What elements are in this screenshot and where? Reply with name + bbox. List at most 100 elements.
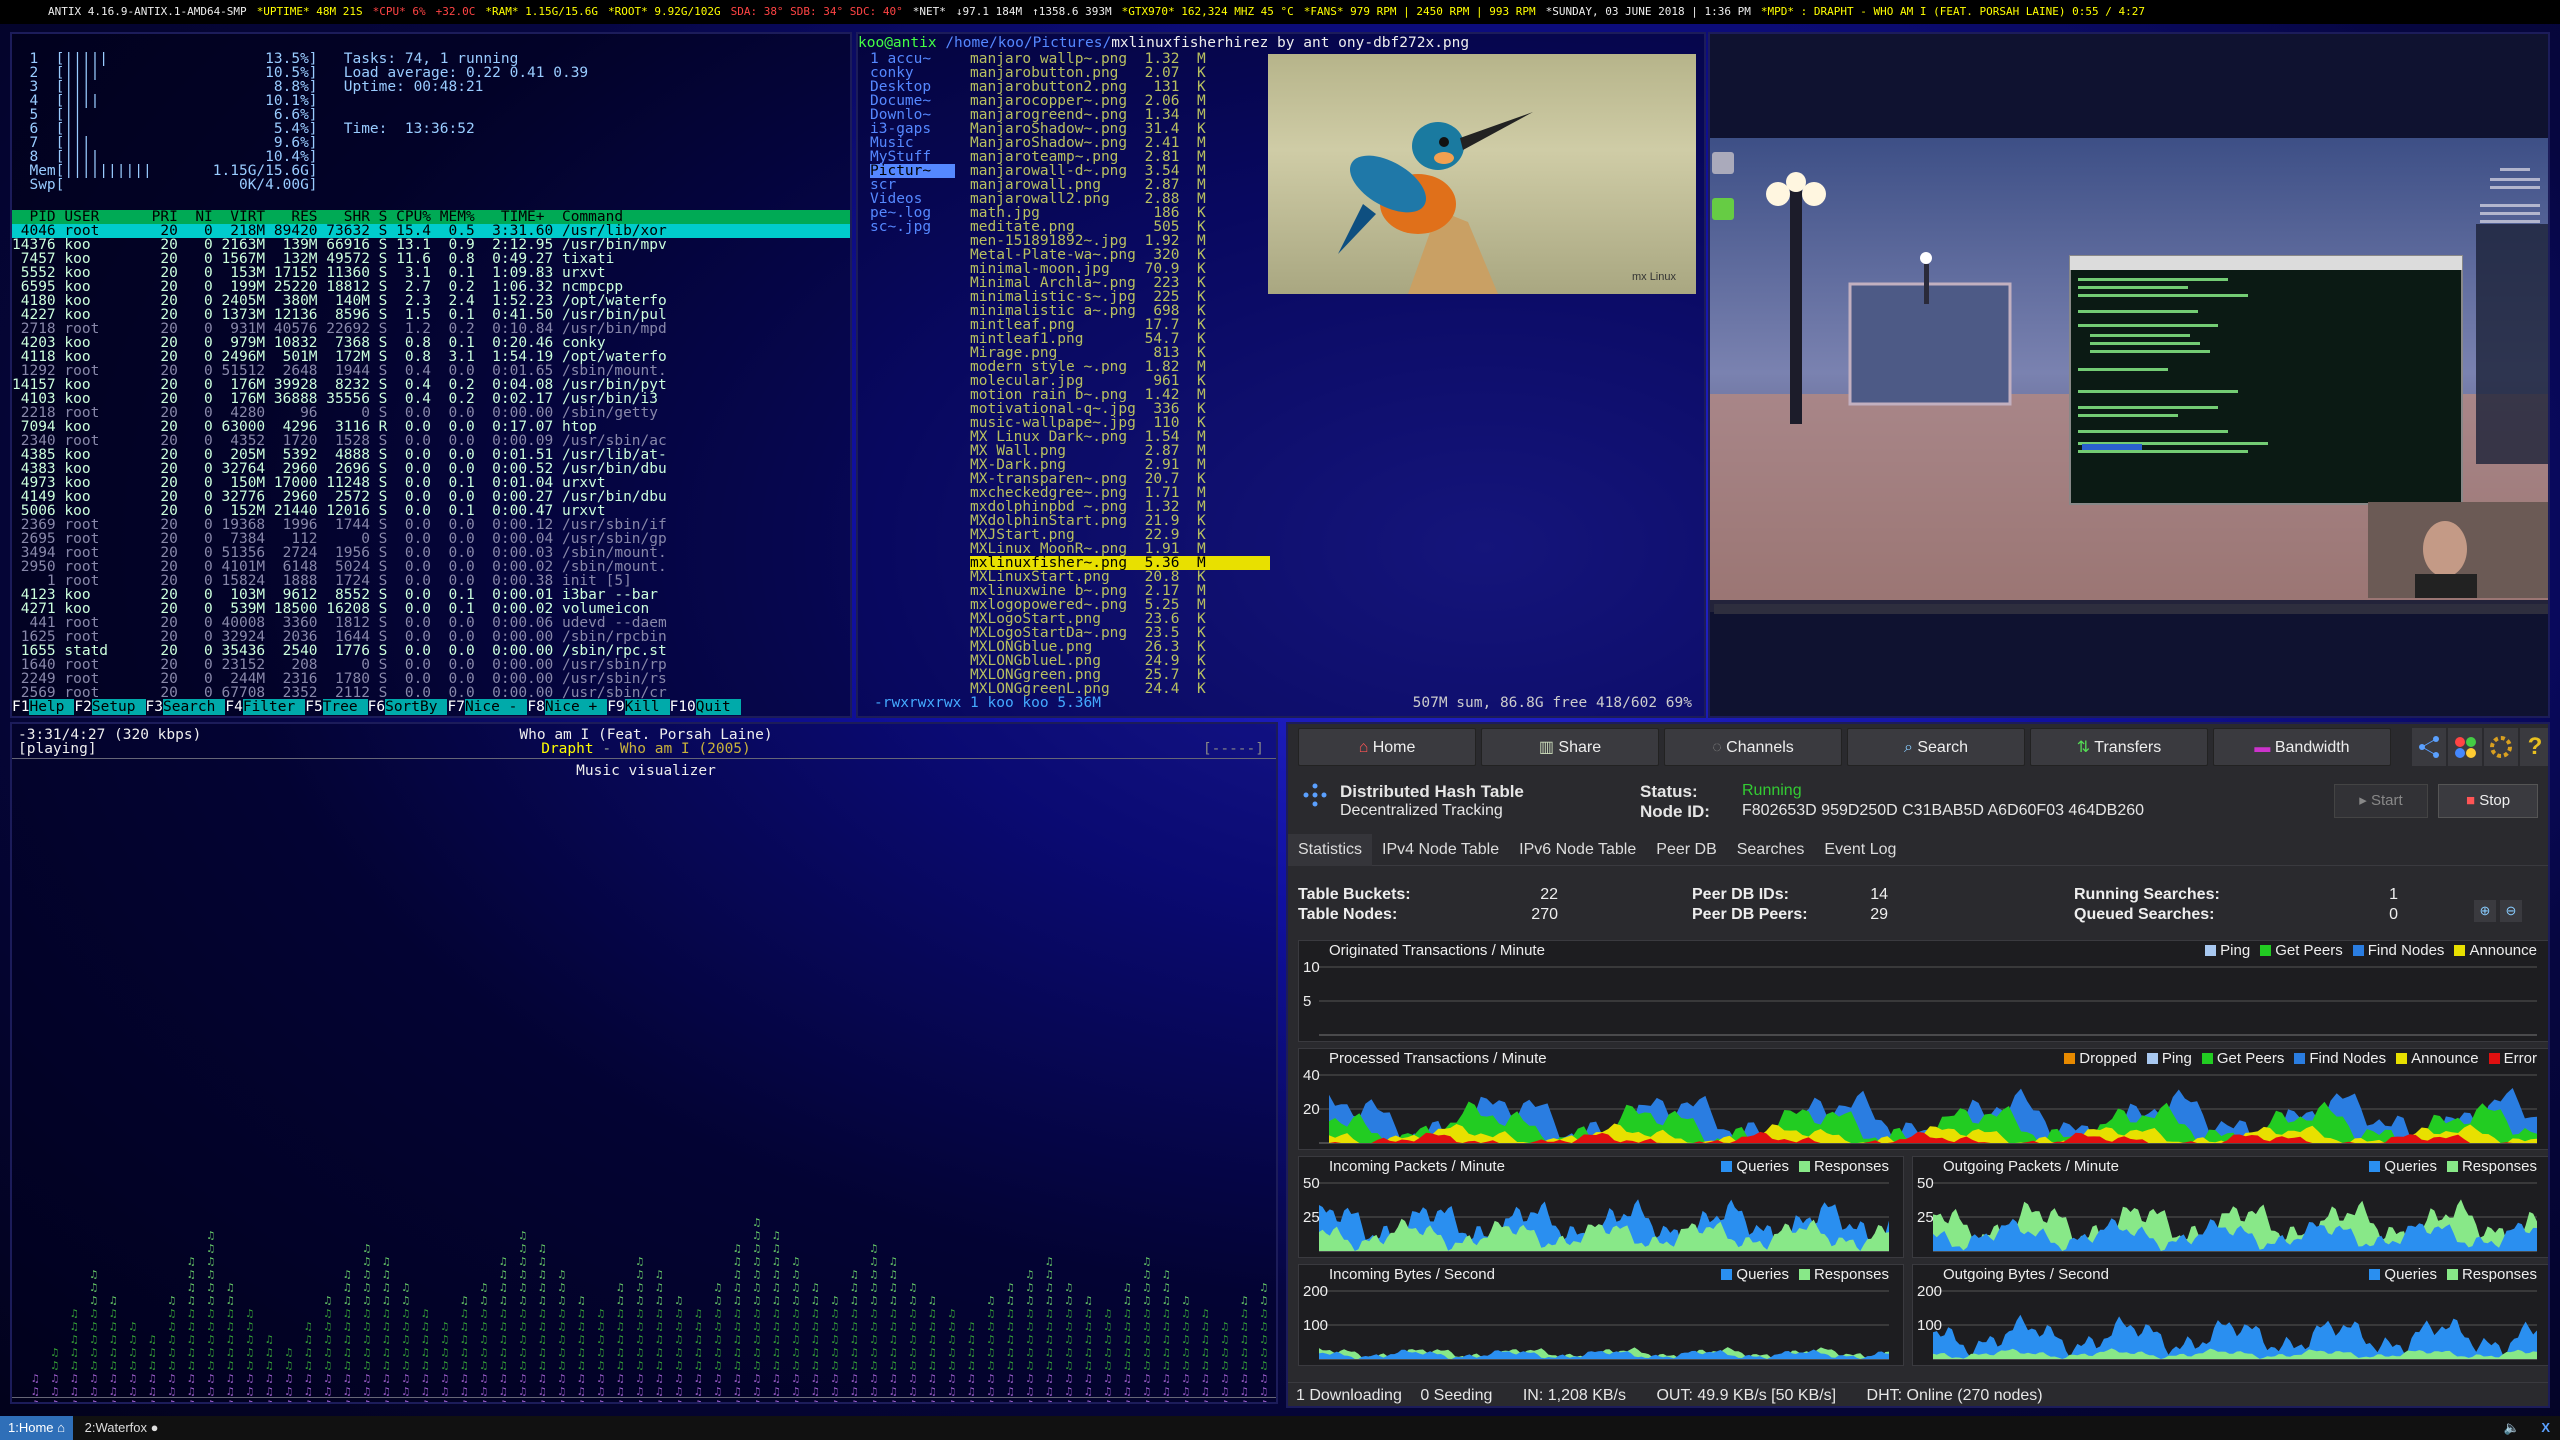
file-item[interactable]: MXLONGblue.png 26.3 K (970, 640, 1270, 654)
file-item[interactable]: manjarowall.png 2.87 M (970, 178, 1270, 192)
file-item[interactable]: mxcheckedgree~.png 1.71 M (970, 486, 1270, 500)
process-row[interactable]: 4385 koo 20 0 205M 5392 4888 S 0.0 0.0 0… (12, 448, 850, 462)
file-item[interactable]: minimalistic_a~.png 698 K (970, 304, 1270, 318)
process-row[interactable]: 2340 root 20 0 4352 1720 1528 S 0.0 0.0 … (12, 434, 850, 448)
nav-search-button[interactable]: ⌕ Search (1847, 728, 2025, 766)
fkey-button[interactable]: F3Search (146, 699, 226, 715)
process-table[interactable]: 4046 root 20 0 218M 89420 73632 S 15.4 0… (12, 224, 850, 700)
file-item[interactable]: MXLONGblueL.png 24.9 K (970, 654, 1270, 668)
file-item[interactable]: meditate.png 505 K (970, 220, 1270, 234)
file-item[interactable]: manjaro_wallp~.png 1.32 M (970, 52, 1270, 66)
process-row[interactable]: 1625 root 20 0 32924 2036 1644 S 0.0 0.0… (12, 630, 850, 644)
nav-channels-button[interactable]: ◌ Channels (1664, 728, 1842, 766)
directory-item[interactable]: Docume~ (870, 94, 955, 108)
process-row[interactable]: 4123 koo 20 0 103M 9612 8552 S 0.0 0.1 0… (12, 588, 850, 602)
file-item[interactable]: manjarowall2.png 2.88 M (970, 192, 1270, 206)
file-item[interactable]: motivational-q~.jpg 336 K (970, 402, 1270, 416)
process-row[interactable]: 2249 root 20 0 244M 2316 1780 S 0.0 0.0 … (12, 672, 850, 686)
nav-transfers-button[interactable]: ⇅ Transfers (2030, 728, 2208, 766)
process-row[interactable]: 2950 root 20 0 4101M 6148 5024 S 0.0 0.0… (12, 560, 850, 574)
file-manager-terminal[interactable]: koo@antix /home/koo/Pictures/mxlinuxfish… (856, 32, 1706, 718)
fkey-button[interactable]: F4Filter (225, 699, 306, 715)
file-list[interactable]: manjaro_wallp~.png 1.32 Mmanjarobutton.p… (970, 52, 1270, 696)
process-row[interactable]: 441 root 20 0 40008 3360 1812 S 0.0 0.0 … (12, 616, 850, 630)
process-row[interactable]: 2569 root 20 0 67708 2352 2112 S 0.0 0.0… (12, 686, 850, 700)
file-item[interactable]: Metal-Plate-wa~.png 320 K (970, 248, 1270, 262)
process-row[interactable]: 4149 koo 20 0 32776 2960 2572 S 0.0 0.0 … (12, 490, 850, 504)
file-item[interactable]: manjarogreend~.png 1.34 M (970, 108, 1270, 122)
file-item[interactable]: manjaroteamp~.png 2.81 M (970, 150, 1270, 164)
directory-item[interactable]: Videos (870, 192, 955, 206)
file-item[interactable]: manjarobutton.png 2.07 K (970, 66, 1270, 80)
process-row[interactable]: 1292 root 20 0 51512 2648 1944 S 0.4 0.0… (12, 364, 850, 378)
file-item[interactable]: modern_style_~.png 1.82 M (970, 360, 1270, 374)
gear-icon[interactable] (2484, 728, 2518, 766)
file-item[interactable]: manjarocopper~.png 2.06 M (970, 94, 1270, 108)
file-item[interactable]: manjarowall-d~.png 3.54 M (970, 164, 1270, 178)
file-item[interactable]: ManjaroShadow~.png 2.41 M (970, 136, 1270, 150)
file-item[interactable]: ManjaroShadow~.png 31.4 K (970, 122, 1270, 136)
nav-home-button[interactable]: ⌂ Home (1298, 728, 1476, 766)
network-icon[interactable] (2412, 728, 2446, 766)
fkey-button[interactable]: F8Nice + (527, 699, 608, 715)
directory-item[interactable]: pe~.log (870, 206, 955, 220)
file-item[interactable]: minimalistic-s~.jpg 225 K (970, 290, 1270, 304)
workspace-1-button[interactable]: 1:Home ⌂ (0, 1416, 74, 1440)
process-row[interactable]: 2695 root 20 0 7384 112 0 S 0.0 0.0 0:00… (12, 532, 850, 546)
file-item[interactable]: mintleaf.png 17.7 K (970, 318, 1270, 332)
process-row[interactable]: 2718 root 20 0 931M 40576 22692 S 1.2 0.… (12, 322, 850, 336)
fkey-button[interactable]: F7Nice - (447, 699, 528, 715)
file-item[interactable]: MXLONGgreen.png 25.7 K (970, 668, 1270, 682)
process-row[interactable]: 3494 root 20 0 51356 2724 1956 S 0.0 0.0… (12, 546, 850, 560)
directory-item[interactable]: Downlo~ (870, 108, 955, 122)
function-key-bar[interactable]: F1Help F2Setup F3Search F4Filter F5Tree F6Sor… (12, 699, 741, 715)
tab-ipv4-node-table[interactable]: IPv4 Node Table (1372, 834, 1509, 866)
help-icon[interactable]: ? (2520, 728, 2548, 766)
directory-item[interactable]: Music (870, 136, 955, 150)
directory-item[interactable]: Desktop (870, 80, 955, 94)
process-row[interactable]: 1 root 20 0 15824 1888 1724 S 0.0 0.0 0:… (12, 574, 850, 588)
file-item[interactable]: minimal-moon.jpg 70.9 K (970, 262, 1270, 276)
file-item[interactable]: men-151891892~.jpg 1.92 M (970, 234, 1270, 248)
file-item[interactable]: mxlinuxwine_b~.png 2.17 M (970, 584, 1270, 598)
process-row[interactable]: 14376 koo 20 0 2163M 139M 66916 S 13.1 0… (12, 238, 850, 252)
process-row[interactable]: 14157 koo 20 0 176M 39928 8232 S 0.4 0.2… (12, 378, 850, 392)
file-item[interactable]: MXdolphinStart.png 21.9 K (970, 514, 1270, 528)
tab-ipv6-node-table[interactable]: IPv6 Node Table (1509, 834, 1646, 866)
htop-terminal[interactable]: 1 [||||| 13.5%] Tasks: 74, 1 running 2 [… (10, 32, 852, 718)
file-item[interactable]: MXLinux_MoonR~.png 1.91 M (970, 542, 1270, 556)
tab-statistics[interactable]: Statistics (1288, 834, 1373, 866)
process-row[interactable]: 7457 koo 20 0 1567M 132M 49572 S 11.6 0.… (12, 252, 850, 266)
process-row[interactable]: 4103 koo 20 0 176M 36888 35556 S 0.4 0.2… (12, 392, 850, 406)
file-item[interactable]: MX-transparen~.png 20.7 K (970, 472, 1270, 486)
fkey-button[interactable]: F9Kill (607, 699, 670, 715)
nav-share-button[interactable]: ▥ Share (1481, 728, 1659, 766)
file-item[interactable]: MXLogoStart.png 23.6 K (970, 612, 1270, 626)
file-item[interactable]: MX Linux Dark~.png 1.54 M (970, 430, 1270, 444)
directory-item[interactable]: scr (870, 178, 955, 192)
file-item[interactable]: mxlinuxfisher~.png 5.36 M (970, 556, 1270, 570)
process-row[interactable]: 1655 statd 20 0 35436 2540 1776 S 0.0 0.… (12, 644, 850, 658)
directory-item[interactable]: i3-gaps (870, 122, 955, 136)
file-item[interactable]: MX_Wall.png 2.87 M (970, 444, 1270, 458)
process-table-header[interactable]: PID USER PRI NI VIRT RES SHR S CPU% MEM%… (12, 210, 850, 224)
mx-tray-icon[interactable]: X (2541, 1416, 2550, 1440)
file-item[interactable]: Minimal_Archla~.png 223 K (970, 276, 1270, 290)
file-item[interactable]: MX-Dark.png 2.91 M (970, 458, 1270, 472)
start-button[interactable]: ▸ Start (2334, 784, 2428, 818)
fkey-button[interactable]: F5Tree (305, 699, 368, 715)
tab-peer-db[interactable]: Peer DB (1646, 834, 1726, 866)
directory-item[interactable]: 1_accu~ (870, 52, 955, 66)
directory-item[interactable]: MyStuff (870, 150, 955, 164)
process-row[interactable]: 4046 root 20 0 218M 89420 73632 S 15.4 0… (12, 224, 850, 238)
file-item[interactable]: mintleaf1.png 54.7 K (970, 332, 1270, 346)
directory-item[interactable]: conky (870, 66, 955, 80)
process-row[interactable]: 1640 root 20 0 23152 208 0 S 0.0 0.0 0:0… (12, 658, 850, 672)
volume-icon[interactable]: 🔈 (2504, 1416, 2520, 1440)
directory-item[interactable]: sc~.jpg (870, 220, 955, 234)
file-item[interactable]: MXLONGgreenL.png 24.4 K (970, 682, 1270, 696)
zoom-in-icon[interactable]: ⊕ (2474, 900, 2496, 922)
directory-list[interactable]: 1_accu~ conky Desktop Docume~ Downlo~ i3-gaps… (870, 52, 955, 234)
process-row[interactable]: 4180 koo 20 0 2405M 380M 140M S 2.3 2.4 … (12, 294, 850, 308)
stop-button[interactable]: ■ Stop (2438, 784, 2538, 818)
